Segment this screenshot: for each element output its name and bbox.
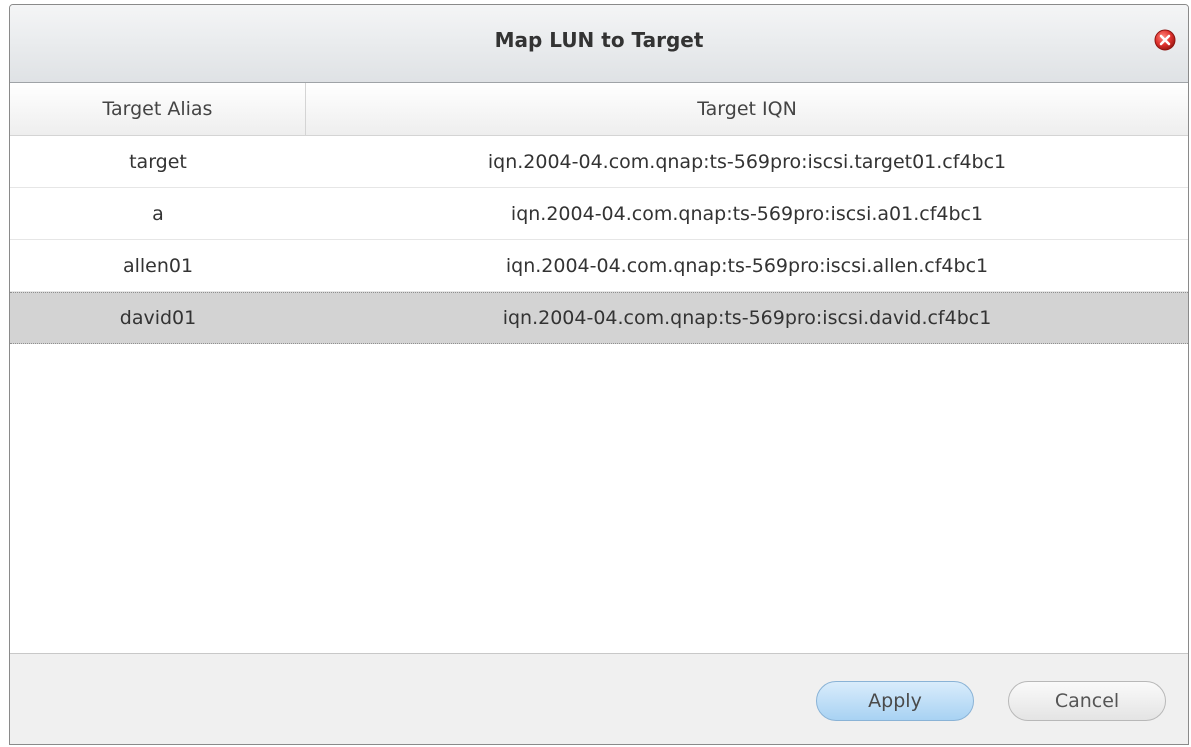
table-row[interactable]: a iqn.2004-04.com.qnap:ts-569pro:iscsi.a…	[10, 188, 1188, 240]
table-header: Target Alias Target IQN	[10, 83, 1188, 136]
cancel-button[interactable]: Cancel	[1008, 681, 1166, 721]
background-edge	[0, 0, 9, 747]
dialog-titlebar: Map LUN to Target	[10, 5, 1188, 83]
dialog-footer: Apply Cancel	[10, 653, 1188, 744]
cell-target-alias: target	[129, 150, 187, 173]
cell-target-iqn: iqn.2004-04.com.qnap:ts-569pro:iscsi.tar…	[487, 150, 1007, 173]
table-row[interactable]: allen01 iqn.2004-04.com.qnap:ts-569pro:i…	[10, 240, 1188, 292]
cell-target-iqn: iqn.2004-04.com.qnap:ts-569pro:iscsi.dav…	[502, 307, 992, 329]
cell-target-iqn: iqn.2004-04.com.qnap:ts-569pro:iscsi.a01…	[510, 202, 984, 225]
cell-target-alias: allen01	[122, 254, 194, 277]
dialog-title: Map LUN to Target	[494, 28, 704, 52]
table-row-selected[interactable]: david01 iqn.2004-04.com.qnap:ts-569pro:i…	[10, 292, 1188, 344]
table-row[interactable]: target iqn.2004-04.com.qnap:ts-569pro:is…	[10, 136, 1188, 188]
cell-target-alias: david01	[119, 307, 197, 329]
target-table: Target Alias Target IQN target iqn.2004-…	[10, 83, 1188, 655]
column-header-target-iqn[interactable]: Target IQN	[306, 83, 1188, 135]
cell-target-iqn: iqn.2004-04.com.qnap:ts-569pro:iscsi.all…	[505, 254, 989, 277]
close-icon[interactable]	[1154, 29, 1176, 51]
column-header-target-alias[interactable]: Target Alias	[10, 83, 306, 135]
apply-button[interactable]: Apply	[816, 681, 974, 721]
map-lun-dialog: Map LUN to Target Target Alias Target IQ…	[9, 4, 1189, 745]
cell-target-alias: a	[152, 202, 164, 225]
